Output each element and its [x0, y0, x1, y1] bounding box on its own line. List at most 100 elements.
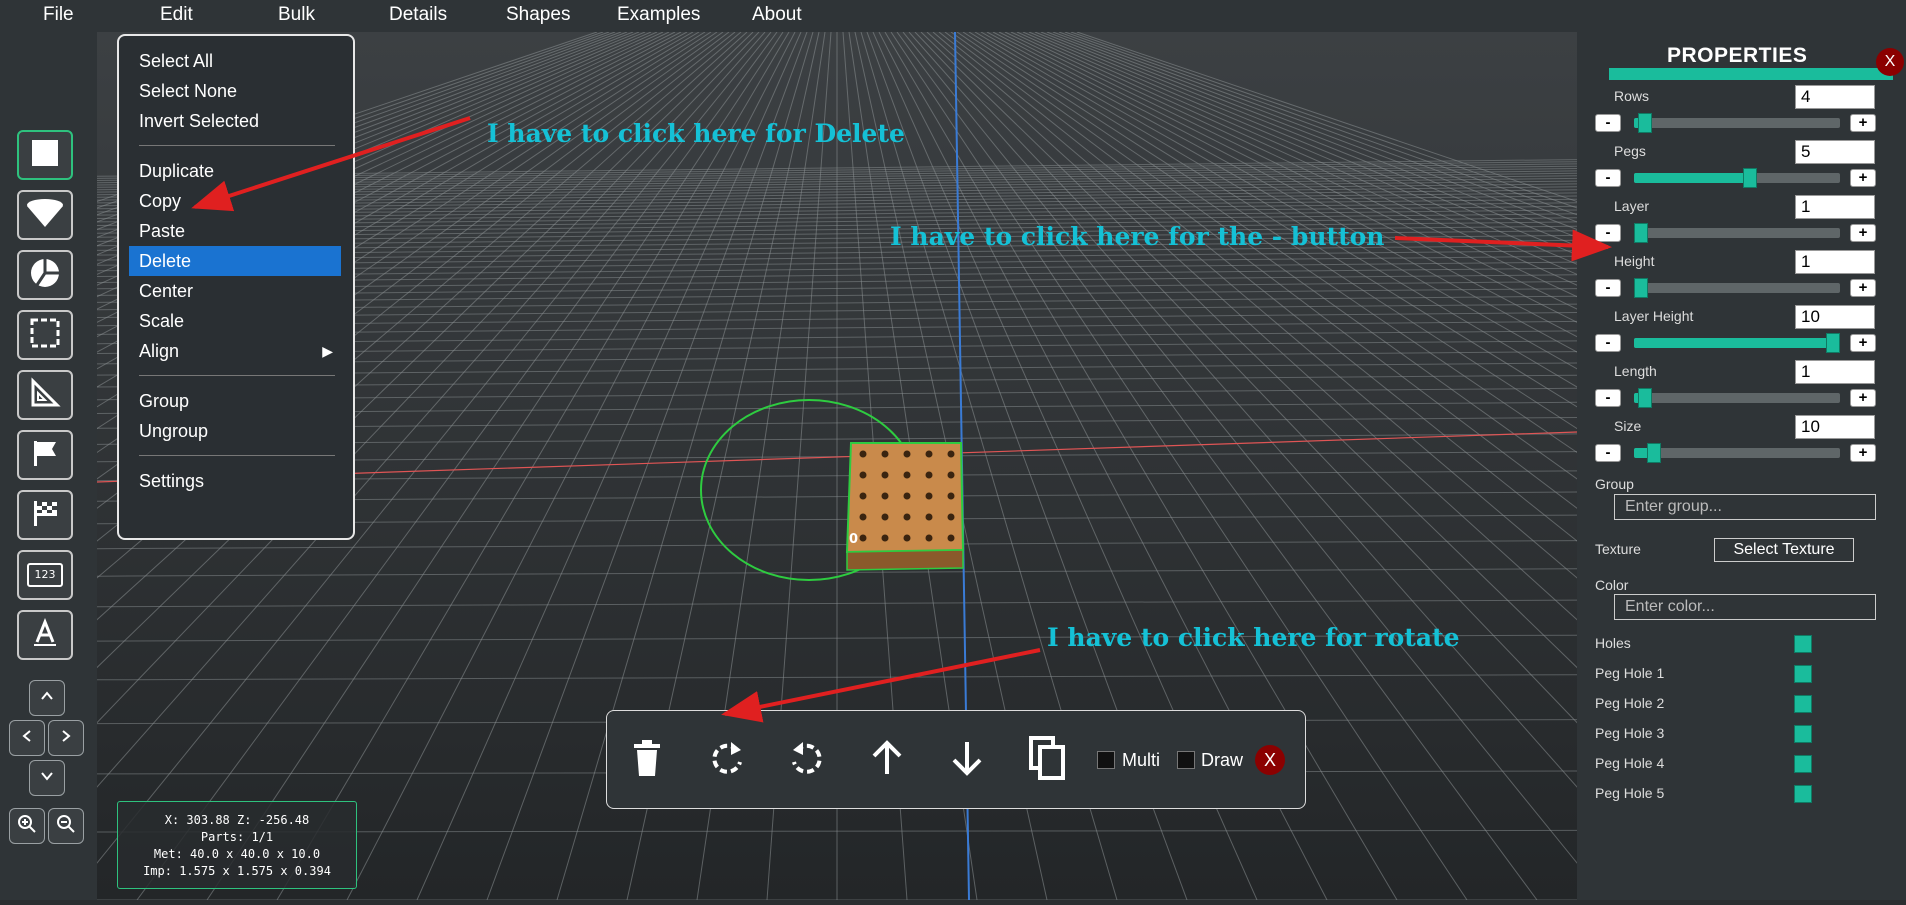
layer-slider-thumb[interactable] [1634, 223, 1648, 243]
peg-hole [881, 534, 889, 542]
length-minus-button[interactable]: - [1595, 389, 1621, 407]
peg-hole [903, 534, 911, 542]
size-plus-button[interactable]: + [1850, 444, 1876, 462]
menu-examples[interactable]: Examples [617, 4, 700, 26]
peg-hole [859, 513, 867, 521]
layer-plus-button[interactable]: + [1850, 224, 1876, 242]
peg-hole [925, 534, 933, 542]
pan-right-button[interactable] [48, 720, 84, 756]
layer-slider[interactable] [1634, 223, 1840, 243]
menu-item-ungroup[interactable]: Ungroup [129, 416, 341, 446]
submenu-arrow-icon: ▶ [322, 343, 333, 359]
menu-item-select-none[interactable]: Select None [129, 76, 341, 106]
tool-box[interactable] [17, 130, 73, 180]
menu-item-invert-selected[interactable]: Invert Selected [129, 106, 341, 136]
menu-edit[interactable]: Edit [160, 4, 193, 26]
menu-item-copy[interactable]: Copy [129, 186, 341, 216]
peg-hole-3-checkbox[interactable] [1794, 725, 1812, 743]
pegs-plus-button[interactable]: + [1850, 169, 1876, 187]
rotate-clockwise-button[interactable] [702, 733, 752, 787]
properties-close-button[interactable]: X [1876, 48, 1904, 76]
rows-minus-button[interactable]: - [1595, 114, 1621, 132]
tool-pie[interactable] [17, 250, 73, 300]
menu-item-settings[interactable]: Settings [129, 466, 341, 496]
layer-height-slider[interactable] [1634, 333, 1840, 353]
pan-down-button[interactable] [29, 760, 65, 796]
holes-checkbox[interactable] [1794, 635, 1812, 653]
zoom-out-button[interactable] [48, 808, 84, 844]
delete-button[interactable] [622, 733, 672, 787]
peg-hole-1-checkbox[interactable] [1794, 665, 1812, 683]
menu-item-group[interactable]: Group [129, 386, 341, 416]
properties-title: PROPERTIES [1667, 44, 1808, 67]
tool-finish[interactable] [17, 490, 73, 540]
height-slider-thumb[interactable] [1634, 278, 1648, 298]
height-slider[interactable] [1634, 278, 1840, 298]
menu-details[interactable]: Details [389, 4, 447, 26]
pegboard-side [846, 549, 964, 571]
action-bar-close-button[interactable]: X [1255, 745, 1285, 775]
move-down-button[interactable] [942, 733, 992, 787]
size-slider[interactable] [1634, 443, 1840, 463]
pan-left-button[interactable] [9, 720, 45, 756]
size-minus-button[interactable]: - [1595, 444, 1621, 462]
height-value-input[interactable]: 1 [1795, 250, 1875, 274]
layer-height-slider-thumb[interactable] [1826, 333, 1840, 353]
pegs-slider[interactable] [1634, 168, 1840, 188]
menu-item-scale[interactable]: Scale [129, 306, 341, 336]
height-minus-button[interactable]: - [1595, 279, 1621, 297]
tool-text[interactable] [17, 610, 73, 660]
menu-bulk[interactable]: Bulk [278, 4, 315, 26]
tool-number[interactable]: 123 [17, 550, 73, 600]
peg-hole-5-checkbox[interactable] [1794, 785, 1812, 803]
select-texture-button[interactable]: Select Texture [1714, 538, 1854, 562]
pegs-slider-thumb[interactable] [1743, 168, 1758, 188]
layer-height-minus-button[interactable]: - [1595, 334, 1621, 352]
multi-checkbox[interactable] [1097, 751, 1115, 769]
layer-height-plus-button[interactable]: + [1850, 334, 1876, 352]
menu-shapes[interactable]: Shapes [506, 4, 570, 26]
pan-up-button[interactable] [29, 680, 65, 716]
layer-height-value-input[interactable]: 10 [1795, 305, 1875, 329]
tool-selection[interactable] [17, 310, 73, 360]
menu-item-align[interactable]: Align ▶ [129, 336, 341, 366]
draw-checkbox[interactable] [1177, 751, 1195, 769]
length-value-input[interactable]: 1 [1795, 360, 1875, 384]
tool-flag[interactable] [17, 430, 73, 480]
tool-ruler[interactable] [17, 370, 73, 420]
size-value-input[interactable]: 10 [1795, 415, 1875, 439]
position-readout: X: 303.88 Z: -256.48 [164, 813, 310, 827]
rows-value-input[interactable]: 4 [1795, 85, 1875, 109]
move-up-button[interactable] [862, 733, 912, 787]
group-input[interactable]: Enter group... [1614, 494, 1876, 520]
layer-value-input[interactable]: 1 [1795, 195, 1875, 219]
length-slider-thumb[interactable] [1637, 388, 1652, 408]
peg-hole-4-checkbox[interactable] [1794, 755, 1812, 773]
menu-item-delete[interactable]: Delete [129, 246, 341, 276]
copy-button[interactable] [1022, 733, 1072, 787]
tool-cone[interactable] [17, 190, 73, 240]
rotate-counterclockwise-button[interactable] [782, 733, 832, 787]
menu-about[interactable]: About [752, 4, 802, 26]
texture-label: Texture [1595, 541, 1641, 557]
layer-minus-button[interactable]: - [1595, 224, 1621, 242]
menu-file[interactable]: File [43, 4, 74, 26]
rotate-clockwise-icon [707, 738, 747, 783]
length-slider[interactable] [1634, 388, 1840, 408]
menu-item-duplicate[interactable]: Duplicate [129, 156, 341, 186]
color-input[interactable]: Enter color... [1614, 594, 1876, 620]
rows-slider-thumb[interactable] [1637, 113, 1652, 133]
rows-plus-button[interactable]: + [1850, 114, 1876, 132]
menu-item-select-all[interactable]: Select All [129, 46, 341, 76]
zoom-in-button[interactable] [9, 808, 45, 844]
pegs-minus-button[interactable]: - [1595, 169, 1621, 187]
menu-item-paste[interactable]: Paste [129, 216, 341, 246]
peg-hole-2-checkbox[interactable] [1794, 695, 1812, 713]
length-plus-button[interactable]: + [1850, 389, 1876, 407]
pegs-value-input[interactable]: 5 [1795, 140, 1875, 164]
height-plus-button[interactable]: + [1850, 279, 1876, 297]
size-slider-thumb[interactable] [1647, 443, 1662, 463]
rows-slider[interactable] [1634, 113, 1840, 133]
group-label: Group [1595, 476, 1634, 492]
menu-item-center[interactable]: Center [129, 276, 341, 306]
